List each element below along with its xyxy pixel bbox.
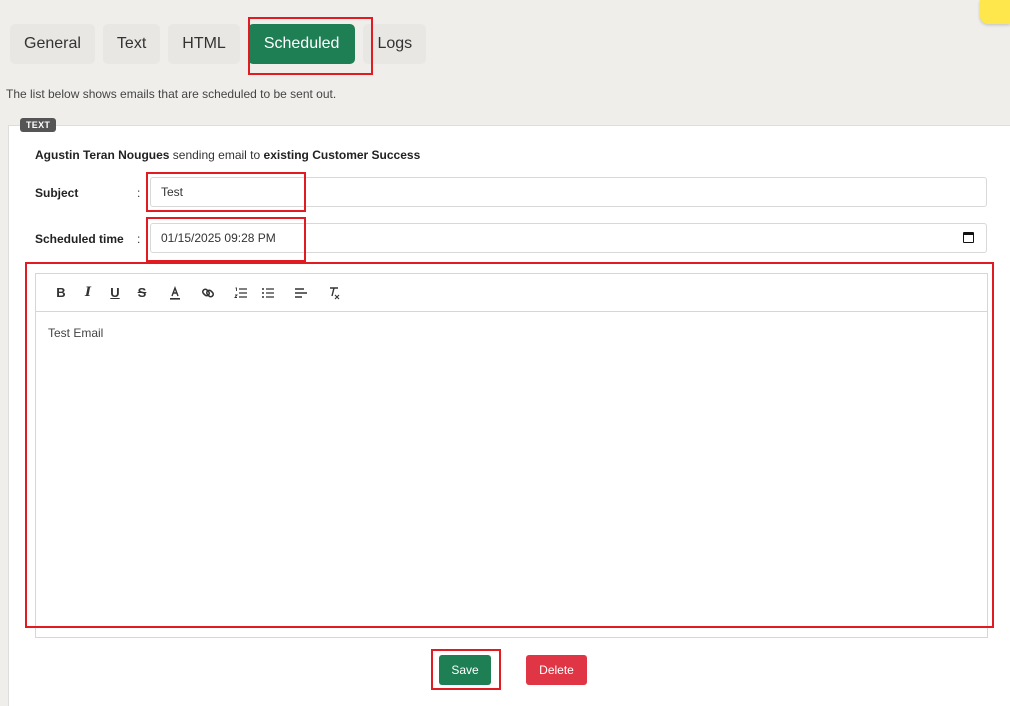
bullet-list-icon[interactable] [258, 283, 278, 303]
scheduled-time-value: 01/15/2025 09:28 PM [161, 231, 276, 245]
scheduled-time-input[interactable]: 01/15/2025 09:28 PM [150, 223, 987, 253]
subject-colon: : [137, 186, 141, 200]
delete-button[interactable]: Delete [526, 655, 587, 685]
bold-icon[interactable]: B [51, 283, 71, 303]
calendar-icon[interactable] [963, 232, 974, 243]
recipient-name: existing Customer Success [263, 148, 421, 162]
tab-html[interactable]: HTML [168, 24, 240, 64]
tab-scheduled[interactable]: Scheduled [247, 24, 356, 64]
type-badge: TEXT [20, 118, 57, 132]
sender-name: Agustin Teran Nougues [35, 148, 170, 162]
save-button[interactable]: Save [439, 655, 491, 685]
subject-input[interactable]: Test [150, 177, 987, 207]
link-icon[interactable] [198, 283, 218, 303]
tab-general[interactable]: General [10, 24, 95, 64]
text-color-icon[interactable] [165, 283, 185, 303]
ordered-list-icon[interactable] [231, 283, 251, 303]
subject-label: Subject [35, 186, 79, 200]
sender-line: Agustin Teran Nougues sending email to e… [35, 148, 420, 162]
tab-text[interactable]: Text [102, 24, 161, 64]
tab-bar: General Text HTML Scheduled Logs [10, 24, 427, 64]
page-description: The list below shows emails that are sch… [6, 87, 337, 101]
editor-content[interactable]: Test Email [36, 312, 987, 354]
rich-text-editor[interactable]: B I U S Test Email [35, 273, 988, 638]
scheduled-time-label: Scheduled time [35, 232, 124, 246]
clear-format-icon[interactable] [324, 283, 344, 303]
italic-icon[interactable]: I [78, 283, 98, 303]
tab-logs[interactable]: Logs [363, 24, 427, 64]
sender-connector: sending email to [169, 148, 264, 162]
editor-toolbar: B I U S [36, 274, 987, 312]
strikethrough-icon[interactable]: S [132, 283, 152, 303]
notification-tab[interactable] [980, 0, 1010, 24]
scheduled-time-colon: : [137, 232, 141, 246]
align-icon[interactable] [291, 283, 311, 303]
underline-icon[interactable]: U [105, 283, 125, 303]
